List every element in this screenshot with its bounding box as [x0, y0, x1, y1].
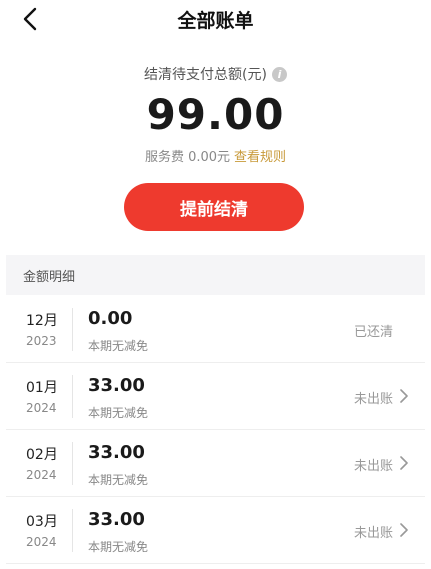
section-header: 金额明细 — [6, 255, 425, 295]
info-icon[interactable]: i — [271, 66, 287, 82]
bill-amount: 33.00 — [88, 509, 145, 530]
bill-status: 未出账 — [353, 526, 393, 541]
bill-status: 已还清 — [353, 325, 393, 340]
view-rules-link[interactable]: 查看规则 — [234, 146, 286, 165]
row-divider — [72, 509, 73, 552]
bill-amount: 33.00 — [88, 375, 145, 396]
nav-bar: 全部账单 — [0, 0, 431, 38]
bill-amount: 33.00 — [88, 442, 145, 463]
bill-year: 2024 — [26, 468, 57, 482]
bill-note: 本期无减免 — [88, 406, 149, 420]
bill-note: 本期无减免 — [88, 473, 149, 487]
bill-month: 02月 — [26, 447, 58, 463]
summary-label-row: 结清待支付总额(元) i — [0, 64, 431, 84]
chevron-right-icon — [400, 523, 408, 537]
row-divider — [72, 308, 73, 351]
bill-month: 01月 — [26, 380, 58, 396]
row-divider — [72, 375, 73, 418]
bill-amount: 0.00 — [88, 308, 133, 329]
bill-status: 未出账 — [353, 459, 393, 474]
section-title: 金额明细 — [23, 269, 76, 285]
bill-note: 本期无减免 — [88, 540, 149, 554]
bill-row[interactable]: 01月 2024 33.00 本期无减免 未出账 — [6, 363, 425, 430]
service-fee-text: 服务费 0.00元 — [144, 150, 231, 165]
service-fee-row: 服务费 0.00元 查看规则 — [0, 146, 431, 165]
bill-row[interactable]: 02月 2024 33.00 本期无减免 未出账 — [6, 430, 425, 497]
chevron-right-icon — [400, 456, 408, 470]
bill-year: 2024 — [26, 535, 57, 549]
page-title: 全部账单 — [177, 10, 254, 32]
bill-page: 全部账单 结清待支付总额(元) i 99.00 服务费 0.00元 查看规则 提… — [0, 0, 431, 569]
bill-note: 本期无减免 — [88, 339, 149, 353]
bill-year: 2023 — [26, 334, 57, 348]
bill-row[interactable]: 03月 2024 33.00 本期无减免 未出账 — [6, 497, 425, 564]
bill-month: 03月 — [26, 514, 58, 530]
bill-row[interactable]: 12月 2023 0.00 本期无减免 已还清 — [6, 296, 425, 363]
bill-list: 12月 2023 0.00 本期无减免 已还清 01月 2024 33.00 本… — [6, 296, 425, 564]
prepay-button[interactable]: 提前结清 — [124, 183, 304, 231]
row-divider — [72, 442, 73, 485]
total-amount: 99.00 — [146, 90, 285, 139]
bill-status: 未出账 — [353, 392, 393, 407]
summary-label: 结清待支付总额(元) — [144, 67, 267, 83]
bill-month: 12月 — [26, 313, 58, 329]
bill-year: 2024 — [26, 401, 57, 415]
chevron-right-icon — [400, 389, 408, 403]
